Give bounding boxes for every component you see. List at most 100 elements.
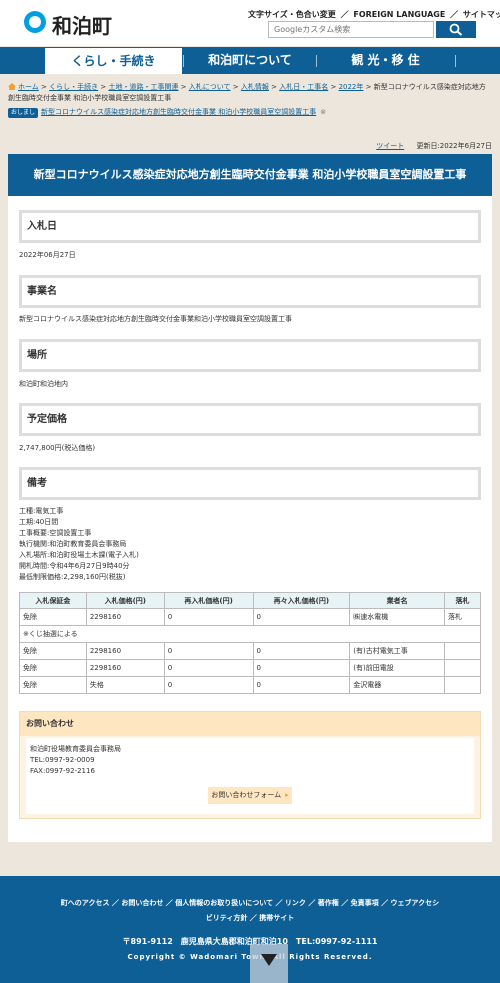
table-cell: 0 xyxy=(252,659,351,677)
sitemap-link[interactable]: サイトマップ xyxy=(463,10,500,19)
note-line: 工種:電気工事 xyxy=(19,507,64,515)
heading-place: 場所 xyxy=(19,339,481,372)
utility-links: 文字サイズ・色合い変更 ／ FOREIGN LANGUAGE ／ サイトマップ xyxy=(248,9,500,20)
place-value: 和泊町和泊地内 xyxy=(19,380,68,388)
nav-separator xyxy=(183,55,184,67)
bid-results-table: 入札保証金 入札価格(円) 再入札価格(円) 再々入札価格(円) 業者名 落札 … xyxy=(19,592,481,694)
util-separator: ／ xyxy=(450,10,459,19)
nav-item-tourism[interactable]: 観 光・移 住 xyxy=(318,47,453,74)
related-link[interactable]: 新型コロナウイルス感染症対応地方創生臨時交付金事業 和泊小学校職員室空調設置工事 xyxy=(41,108,316,116)
search-input[interactable] xyxy=(268,21,434,38)
column-header: 入札価格(円) xyxy=(85,592,165,609)
project-value: 新型コロナウイルス感染症対応地方創生臨時交付金事業和泊小学校職員室空調設置工事 xyxy=(19,315,292,323)
footer-links: 町へのアクセス ／ お問い合わせ ／ 個人情報のお取り扱いについて ／ リンク … xyxy=(60,899,440,922)
note-line: 最低制限価格:2,298,160円(税抜) xyxy=(19,573,126,581)
table-cell xyxy=(444,642,481,660)
updated-date: 更新日:2022年6月27日 xyxy=(416,142,492,150)
breadcrumb-item[interactable]: 2022年 xyxy=(339,83,364,91)
text-size-link[interactable]: 文字サイズ・色合い変更 xyxy=(248,10,336,19)
table-cell: 2298160 xyxy=(85,642,165,660)
footer-link-disclaimer[interactable]: 免責事項 xyxy=(351,899,379,907)
heading-bid-date: 入札日 xyxy=(19,210,481,243)
global-nav: くらし・手続き 和泊町について 観 光・移 住 xyxy=(0,47,500,74)
site-header: 和泊町 文字サイズ・色合い変更 ／ FOREIGN LANGUAGE ／ サイト… xyxy=(0,0,500,46)
page-meta: ツイート 更新日:2022年6月27日 xyxy=(376,141,492,151)
note-line: 執行機関:和泊町教育委員会事務局 xyxy=(19,540,127,548)
contact-line: 和泊町役場教育委員会事務局 xyxy=(30,745,121,753)
foreign-language-link[interactable]: FOREIGN LANGUAGE xyxy=(353,10,445,19)
contact-box: お問い合わせ 和泊町役場教育委員会事務局 TEL:0997-92-0009 FA… xyxy=(19,711,481,819)
table-cell: 失格 xyxy=(85,676,165,694)
table-cell: 0 xyxy=(163,642,254,660)
close-icon[interactable]: ⊗ xyxy=(320,108,326,116)
column-header: 入札保証金 xyxy=(19,592,87,609)
tweet-button[interactable]: ツイート xyxy=(376,142,404,150)
column-header: 再入札価格(円) xyxy=(163,592,254,609)
breadcrumb-item[interactable]: 入札について xyxy=(189,83,231,91)
remarks-notes: 工種:電気工事 工期:40日間 工事概要:空調設置工事 執行機関:和泊町教育委員… xyxy=(19,506,139,583)
table-header-row: 入札保証金 入札価格(円) 再入札価格(円) 再々入札価格(円) 業者名 落札 xyxy=(19,592,481,609)
town-logo-icon[interactable] xyxy=(24,11,46,33)
page-top-button[interactable] xyxy=(250,944,288,983)
site-name[interactable]: 和泊町 xyxy=(52,10,112,39)
table-cell: 0 xyxy=(163,659,254,677)
table-cell: 0 xyxy=(163,676,254,694)
price-value: 2,747,800円(税込価格) xyxy=(19,444,96,452)
nav-item-about[interactable]: 和泊町について xyxy=(186,47,314,74)
related-page: おしまし 新型コロナウイルス感染症対応地方創生臨時交付金事業 和泊小学校職員室空調… xyxy=(8,107,326,118)
note-line: 工期:40日間 xyxy=(19,518,59,526)
home-icon xyxy=(8,83,16,90)
contact-form-button[interactable]: お問い合わせフォーム xyxy=(208,787,292,804)
table-cell: (有)古村電気工事 xyxy=(349,642,446,660)
table-cell: 免除 xyxy=(19,659,87,677)
breadcrumb-item[interactable]: くらし・手続き xyxy=(49,83,98,91)
table-cell: (有)前田電設 xyxy=(349,659,446,677)
main-content: 新型コロナウイルス感染症対応地方創生臨時交付金事業 和泊小学校職員室空調設置工事… xyxy=(8,154,492,842)
util-separator: ／ xyxy=(340,10,349,19)
table-row: 免除 2298160 0 0 ㈱速水電機 落札 xyxy=(19,608,481,626)
column-header: 落札 xyxy=(444,592,481,609)
table-cell: 2298160 xyxy=(85,659,165,677)
breadcrumb-item[interactable]: 入札日・工事名 xyxy=(279,83,328,91)
table-row: 免除 失格 0 0 金沢電器 xyxy=(19,676,481,694)
breadcrumb-item[interactable]: 土地・道路・工事関連 xyxy=(108,83,178,91)
footer-link-contact[interactable]: お問い合わせ xyxy=(121,899,163,907)
note-line: 開札時間:令和4年6月27日9時40分 xyxy=(19,562,130,570)
nav-separator xyxy=(455,55,456,67)
footer-link-access[interactable]: 町へのアクセス xyxy=(61,899,110,907)
table-cell: 0 xyxy=(163,608,254,626)
contact-heading: お問い合わせ xyxy=(20,712,480,736)
table-cell: 0 xyxy=(252,676,351,694)
bid-date-value: 2022年06月27日 xyxy=(19,251,76,259)
table-row: 免除 2298160 0 0 (有)古村電気工事 xyxy=(19,642,481,660)
arrow-down-icon xyxy=(261,954,277,966)
column-header: 再々入札価格(円) xyxy=(252,592,351,609)
contact-line: FAX:0997-92-2116 xyxy=(30,767,95,775)
breadcrumb-item[interactable]: 入札情報 xyxy=(241,83,269,91)
table-cell: 0 xyxy=(252,642,351,660)
nav-separator xyxy=(316,55,317,67)
nav-item-living[interactable]: くらし・手続き xyxy=(45,48,182,74)
table-cell: 免除 xyxy=(19,676,87,694)
footer-link-mobile[interactable]: 携帯サイト xyxy=(259,914,294,922)
table-note: ※くじ抽選による xyxy=(19,625,481,643)
breadcrumb-home[interactable]: ホーム xyxy=(18,83,39,91)
contact-line: TEL:0997-92-0009 xyxy=(30,756,95,764)
table-row: 免除 2298160 0 0 (有)前田電設 xyxy=(19,659,481,677)
table-cell: 免除 xyxy=(19,642,87,660)
table-cell: 落札 xyxy=(444,608,481,626)
footer-link-privacy[interactable]: 個人情報のお取り扱いについて xyxy=(175,899,273,907)
footer-link-links[interactable]: リンク xyxy=(285,899,306,907)
table-cell xyxy=(444,676,481,694)
page-title: 新型コロナウイルス感染症対応地方創生臨時交付金事業 和泊小学校職員室空調設置工事 xyxy=(8,154,492,196)
heading-project: 事業名 xyxy=(19,275,481,308)
note-line: 工事概要:空調設置工事 xyxy=(19,529,92,537)
breadcrumb: ホーム > くらし・手続き > 土地・道路・工事関連 > 入札について > 入札… xyxy=(8,83,486,102)
table-cell: 2298160 xyxy=(85,608,165,626)
table-cell: 金沢電器 xyxy=(349,676,446,694)
footer-link-copyright[interactable]: 著作権 xyxy=(318,899,339,907)
note-line: 入札場所:和泊町役場土木課(電子入札) xyxy=(19,551,139,559)
search-button[interactable] xyxy=(436,21,476,38)
table-note-row: ※くじ抽選による xyxy=(19,625,481,643)
column-header: 業者名 xyxy=(349,592,446,609)
